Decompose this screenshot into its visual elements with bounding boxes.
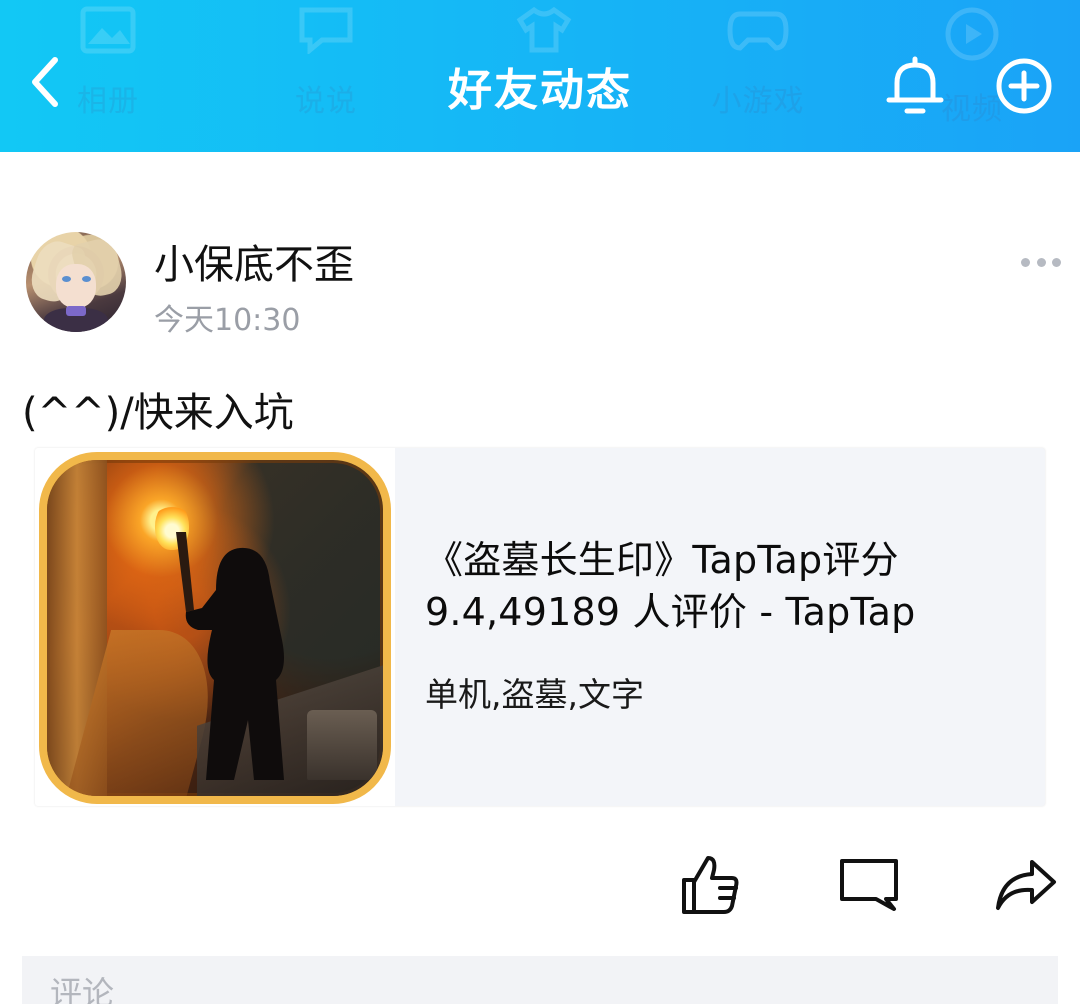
add-post-button[interactable] bbox=[990, 52, 1058, 120]
game-icon bbox=[39, 452, 391, 804]
shirt-icon bbox=[516, 6, 572, 53]
card-title: 《盗墓长生印》TapTap评分9.4,49189 人评价 - TapTap bbox=[425, 538, 916, 634]
comment-input[interactable] bbox=[22, 956, 1058, 1004]
bell-icon bbox=[886, 56, 944, 114]
post-time: 今天10:30 bbox=[154, 303, 301, 338]
share-button[interactable] bbox=[990, 850, 1062, 920]
like-button[interactable] bbox=[676, 850, 746, 920]
top-bar: 相册 说说 小游戏 视频 好友动态 bbox=[0, 0, 1080, 152]
link-card[interactable]: 《盗墓长生印》TapTap评分9.4,49189 人评价 - TapTap 单机… bbox=[35, 448, 1045, 806]
photo-icon bbox=[80, 6, 136, 54]
more-options-button[interactable] bbox=[1018, 250, 1064, 274]
notifications-button[interactable] bbox=[878, 50, 952, 122]
comment-icon bbox=[840, 859, 898, 911]
card-tags: 单机,盗墓,文字 bbox=[425, 675, 644, 714]
share-icon bbox=[996, 860, 1056, 910]
card-thumbnail bbox=[35, 448, 395, 806]
hooded-figure bbox=[176, 532, 284, 780]
card-body: 《盗墓长生印》TapTap评分9.4,49189 人评价 - TapTap 单机… bbox=[425, 534, 1025, 716]
post-text: (^^)/快来入坑 bbox=[22, 390, 294, 436]
plus-circle-icon bbox=[996, 58, 1052, 114]
more-dots-icon bbox=[1021, 257, 1030, 267]
chat-icon bbox=[299, 7, 353, 54]
avatar[interactable] bbox=[26, 232, 126, 332]
gamepad-icon bbox=[727, 11, 789, 51]
thumbs-up-icon bbox=[682, 856, 739, 914]
username[interactable]: 小保底不歪 bbox=[154, 232, 354, 290]
comment-button[interactable] bbox=[834, 850, 904, 920]
